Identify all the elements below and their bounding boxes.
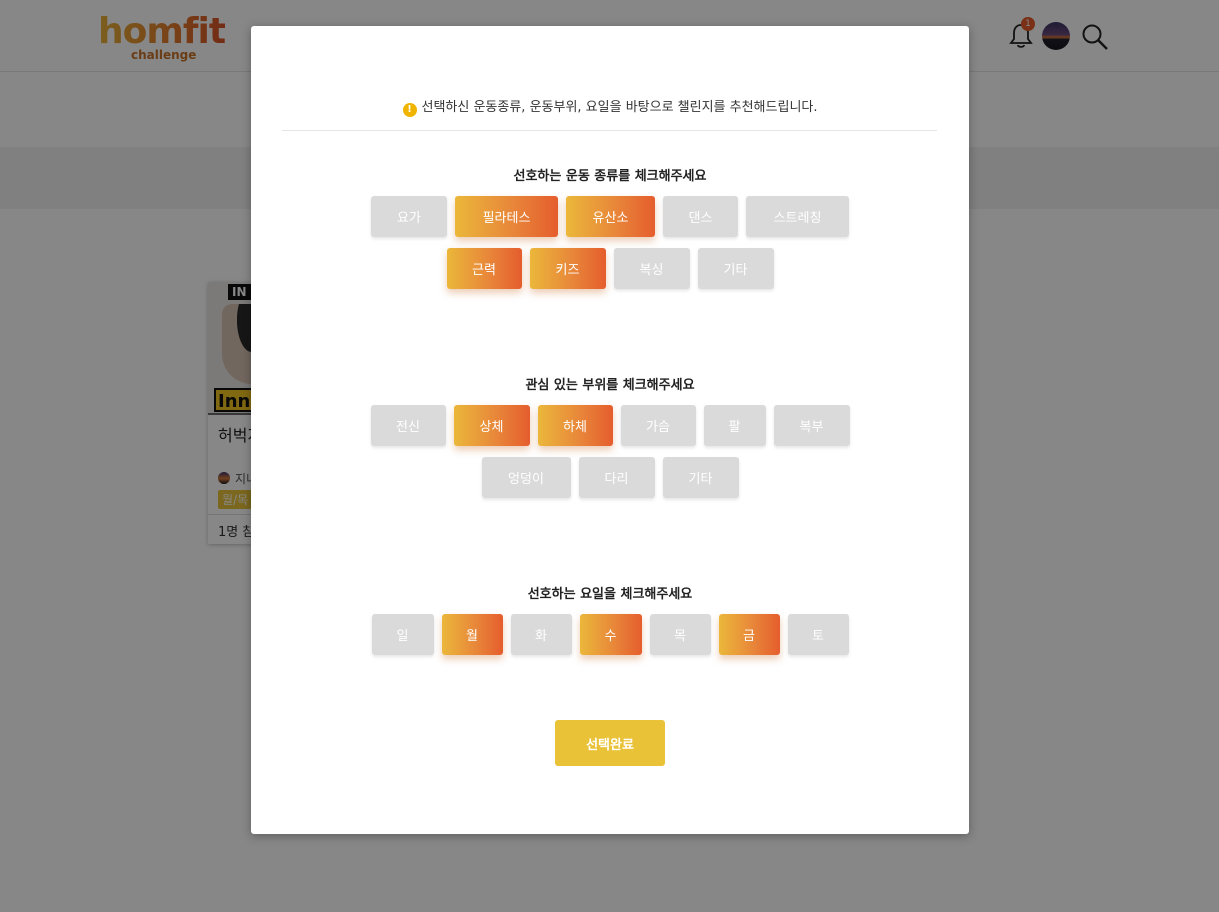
chip-wednesday[interactable]: 수 — [579, 614, 642, 655]
chip-upper-body[interactable]: 상체 — [453, 405, 530, 446]
body-part-row-1: 전신 상체 하체 가슴 팔 복부 — [251, 405, 969, 446]
chip-arm[interactable]: 팔 — [703, 405, 766, 446]
chip-strength[interactable]: 근력 — [446, 248, 522, 289]
chip-pilates[interactable]: 필라테스 — [455, 196, 558, 237]
chip-abs[interactable]: 복부 — [773, 405, 850, 446]
chip-dance[interactable]: 댄스 — [663, 196, 738, 237]
chip-thursday[interactable]: 목 — [649, 614, 711, 655]
chip-legs[interactable]: 다리 — [578, 457, 655, 498]
chip-yoga[interactable]: 요가 — [371, 196, 447, 237]
body-part-title: 관심 있는 부위를 체크해주세요 — [525, 378, 695, 393]
exercise-type-title: 선호하는 운동 종류를 체크해주세요 — [513, 169, 707, 184]
submit-button[interactable]: 선택완료 — [555, 720, 665, 766]
chip-kids[interactable]: 키즈 — [529, 248, 606, 289]
chip-sunday[interactable]: 일 — [371, 614, 434, 655]
chip-boxing[interactable]: 복싱 — [613, 248, 690, 289]
exercise-type-row-2: 근력 키즈 복싱 기타 — [251, 248, 969, 289]
chip-tuesday[interactable]: 화 — [510, 614, 572, 655]
chip-stretching[interactable]: 스트레칭 — [746, 196, 849, 237]
chip-saturday[interactable]: 토 — [787, 614, 849, 655]
chip-lower-body[interactable]: 하체 — [537, 405, 613, 446]
day-title: 선호하는 요일을 체크해주세요 — [527, 587, 693, 602]
divider — [282, 130, 937, 131]
chip-chest[interactable]: 가슴 — [620, 405, 696, 446]
notice-text-row: ! 선택하신 운동종류, 운동부위, 요일을 바탕으로 챌린지를 추천해드립니다. — [251, 96, 969, 117]
chip-cardio[interactable]: 유산소 — [566, 196, 655, 237]
chip-other-part[interactable]: 기타 — [662, 457, 739, 498]
chip-monday[interactable]: 월 — [441, 614, 503, 655]
chip-other-type[interactable]: 기타 — [697, 248, 774, 289]
exercise-type-row-1: 요가 필라테스 유산소 댄스 스트레칭 — [251, 196, 969, 237]
chip-friday[interactable]: 금 — [718, 614, 780, 655]
notice-text: 선택하신 운동종류, 운동부위, 요일을 바탕으로 챌린지를 추천해드립니다. — [421, 100, 818, 115]
chip-glutes[interactable]: 엉덩이 — [481, 457, 571, 498]
body-part-row-2: 엉덩이 다리 기타 — [251, 457, 969, 498]
info-icon: ! — [402, 103, 417, 117]
day-row: 일 월 화 수 목 금 토 — [251, 614, 969, 655]
preference-modal: ! 선택하신 운동종류, 운동부위, 요일을 바탕으로 챌린지를 추천해드립니다.… — [251, 26, 969, 834]
chip-full-body[interactable]: 전신 — [370, 405, 446, 446]
